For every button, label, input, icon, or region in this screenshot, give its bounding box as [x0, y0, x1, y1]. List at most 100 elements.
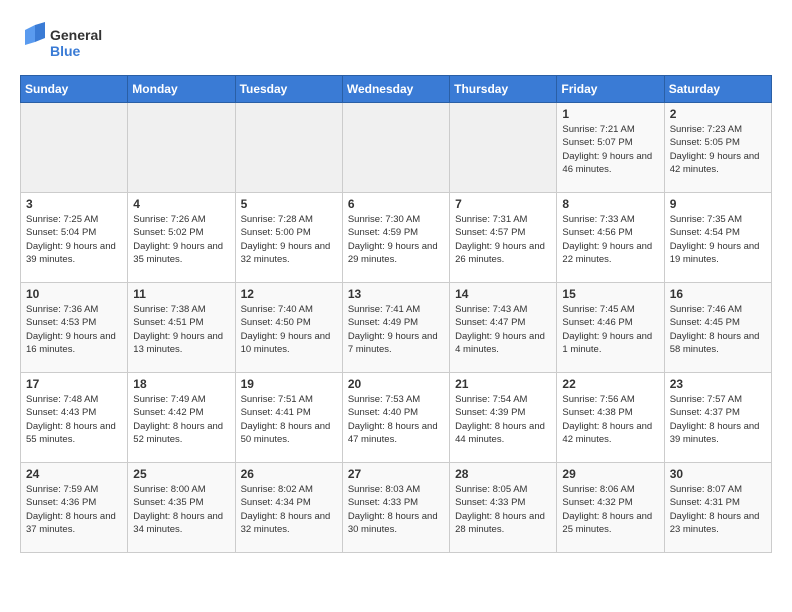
calendar-cell: 6Sunrise: 7:30 AMSunset: 4:59 PMDaylight…: [342, 193, 449, 283]
day-info: Sunrise: 7:53 AMSunset: 4:40 PMDaylight:…: [348, 393, 444, 446]
calendar-cell: 14Sunrise: 7:43 AMSunset: 4:47 PMDayligh…: [450, 283, 557, 373]
day-info: Sunrise: 7:35 AMSunset: 4:54 PMDaylight:…: [670, 213, 766, 266]
weekday-header-thursday: Thursday: [450, 76, 557, 103]
logo-svg: General Blue: [20, 20, 120, 65]
weekday-header-monday: Monday: [128, 76, 235, 103]
week-row-2: 10 Sunrise: 7:36 AMSunset: 4:53 PMDayligh…: [21, 283, 772, 373]
day-number: 28: [455, 467, 551, 481]
calendar-cell: [21, 103, 128, 193]
day-info: Sunrise: 7:23 AMSunset: 5:05 PMDaylight:…: [670, 123, 766, 176]
calendar-cell: 20 Sunrise: 7:53 AMSunset: 4:40 PMDayligh…: [342, 373, 449, 463]
day-number: 3: [26, 197, 122, 211]
day-info: Sunrise: 8:00 AMSunset: 4:35 PMDaylight:…: [133, 483, 229, 536]
calendar-cell: 17Sunrise: 7:48 AMSunset: 4:43 PMDayligh…: [21, 373, 128, 463]
day-number: 20: [348, 377, 444, 391]
logo: General Blue: [20, 20, 120, 65]
day-number: 6: [348, 197, 444, 211]
day-number: 26: [241, 467, 337, 481]
calendar-cell: 29 Sunrise: 8:06 AMSunset: 4:32 PMDayligh…: [557, 463, 664, 553]
weekday-row: SundayMondayTuesdayWednesdayThursdayFrid…: [21, 76, 772, 103]
calendar-cell: 12Sunrise: 7:40 AMSunset: 4:50 PMDayligh…: [235, 283, 342, 373]
day-info: Sunrise: 7:46 AMSunset: 4:45 PMDaylight:…: [670, 303, 766, 356]
calendar-cell: 2 Sunrise: 7:23 AMSunset: 5:05 PMDaylight…: [664, 103, 771, 193]
day-number: 10: [26, 287, 122, 301]
day-number: 4: [133, 197, 229, 211]
day-number: 16: [670, 287, 766, 301]
calendar-cell: 10 Sunrise: 7:36 AMSunset: 4:53 PMDayligh…: [21, 283, 128, 373]
day-info: Sunrise: 8:07 AMSunset: 4:31 PMDaylight:…: [670, 483, 766, 536]
calendar-cell: 27Sunrise: 8:03 AMSunset: 4:33 PMDayligh…: [342, 463, 449, 553]
calendar-cell: 1 Sunrise: 7:21 AMSunset: 5:07 PMDaylight…: [557, 103, 664, 193]
day-info: Sunrise: 7:57 AMSunset: 4:37 PMDaylight:…: [670, 393, 766, 446]
week-row-4: 24Sunrise: 7:59 AMSunset: 4:36 PMDayligh…: [21, 463, 772, 553]
calendar-cell: 11Sunrise: 7:38 AMSunset: 4:51 PMDayligh…: [128, 283, 235, 373]
day-info: Sunrise: 7:31 AMSunset: 4:57 PMDaylight:…: [455, 213, 551, 266]
day-number: 9: [670, 197, 766, 211]
calendar-table: SundayMondayTuesdayWednesdayThursdayFrid…: [20, 75, 772, 553]
calendar-cell: [235, 103, 342, 193]
svg-text:Blue: Blue: [50, 43, 81, 59]
calendar-cell: 3 Sunrise: 7:25 AMSunset: 5:04 PMDaylight…: [21, 193, 128, 283]
day-info: Sunrise: 7:36 AMSunset: 4:53 PMDaylight:…: [26, 303, 122, 356]
day-info: Sunrise: 7:56 AMSunset: 4:38 PMDaylight:…: [562, 393, 658, 446]
day-number: 19: [241, 377, 337, 391]
day-number: 7: [455, 197, 551, 211]
day-number: 13: [348, 287, 444, 301]
week-row-3: 17Sunrise: 7:48 AMSunset: 4:43 PMDayligh…: [21, 373, 772, 463]
day-number: 2: [670, 107, 766, 121]
calendar-cell: 8 Sunrise: 7:33 AMSunset: 4:56 PMDaylight…: [557, 193, 664, 283]
calendar-header: SundayMondayTuesdayWednesdayThursdayFrid…: [21, 76, 772, 103]
calendar-cell: 23 Sunrise: 7:57 AMSunset: 4:37 PMDayligh…: [664, 373, 771, 463]
calendar-cell: 13 Sunrise: 7:41 AMSunset: 4:49 PMDayligh…: [342, 283, 449, 373]
day-info: Sunrise: 7:21 AMSunset: 5:07 PMDaylight:…: [562, 123, 658, 176]
calendar-cell: 24Sunrise: 7:59 AMSunset: 4:36 PMDayligh…: [21, 463, 128, 553]
day-number: 15: [562, 287, 658, 301]
day-info: Sunrise: 8:05 AMSunset: 4:33 PMDaylight:…: [455, 483, 551, 536]
weekday-header-tuesday: Tuesday: [235, 76, 342, 103]
weekday-header-friday: Friday: [557, 76, 664, 103]
calendar-cell: 22Sunrise: 7:56 AMSunset: 4:38 PMDayligh…: [557, 373, 664, 463]
day-info: Sunrise: 8:02 AMSunset: 4:34 PMDaylight:…: [241, 483, 337, 536]
day-info: Sunrise: 7:49 AMSunset: 4:42 PMDaylight:…: [133, 393, 229, 446]
day-number: 29: [562, 467, 658, 481]
day-number: 23: [670, 377, 766, 391]
day-info: Sunrise: 7:41 AMSunset: 4:49 PMDaylight:…: [348, 303, 444, 356]
calendar-cell: 28 Sunrise: 8:05 AMSunset: 4:33 PMDayligh…: [450, 463, 557, 553]
day-info: Sunrise: 7:48 AMSunset: 4:43 PMDaylight:…: [26, 393, 122, 446]
calendar-cell: 30 Sunrise: 8:07 AMSunset: 4:31 PMDayligh…: [664, 463, 771, 553]
day-info: Sunrise: 7:54 AMSunset: 4:39 PMDaylight:…: [455, 393, 551, 446]
weekday-header-wednesday: Wednesday: [342, 76, 449, 103]
calendar-cell: [342, 103, 449, 193]
calendar-cell: 21 Sunrise: 7:54 AMSunset: 4:39 PMDayligh…: [450, 373, 557, 463]
day-number: 21: [455, 377, 551, 391]
calendar-cell: 7 Sunrise: 7:31 AMSunset: 4:57 PMDaylight…: [450, 193, 557, 283]
day-number: 30: [670, 467, 766, 481]
day-number: 8: [562, 197, 658, 211]
day-info: Sunrise: 7:51 AMSunset: 4:41 PMDaylight:…: [241, 393, 337, 446]
day-number: 18: [133, 377, 229, 391]
day-info: Sunrise: 7:38 AMSunset: 4:51 PMDaylight:…: [133, 303, 229, 356]
calendar-cell: 15Sunrise: 7:45 AMSunset: 4:46 PMDayligh…: [557, 283, 664, 373]
calendar-cell: 4 Sunrise: 7:26 AMSunset: 5:02 PMDaylight…: [128, 193, 235, 283]
week-row-1: 3 Sunrise: 7:25 AMSunset: 5:04 PMDaylight…: [21, 193, 772, 283]
calendar-cell: 16 Sunrise: 7:46 AMSunset: 4:45 PMDayligh…: [664, 283, 771, 373]
day-info: Sunrise: 7:59 AMSunset: 4:36 PMDaylight:…: [26, 483, 122, 536]
day-info: Sunrise: 7:43 AMSunset: 4:47 PMDaylight:…: [455, 303, 551, 356]
day-number: 1: [562, 107, 658, 121]
calendar-cell: 5 Sunrise: 7:28 AMSunset: 5:00 PMDaylight…: [235, 193, 342, 283]
day-number: 25: [133, 467, 229, 481]
calendar-cell: [128, 103, 235, 193]
calendar-body: 1 Sunrise: 7:21 AMSunset: 5:07 PMDaylight…: [21, 103, 772, 553]
day-info: Sunrise: 8:06 AMSunset: 4:32 PMDaylight:…: [562, 483, 658, 536]
calendar-cell: 18 Sunrise: 7:49 AMSunset: 4:42 PMDayligh…: [128, 373, 235, 463]
calendar-cell: 19 Sunrise: 7:51 AMSunset: 4:41 PMDayligh…: [235, 373, 342, 463]
day-info: Sunrise: 7:25 AMSunset: 5:04 PMDaylight:…: [26, 213, 122, 266]
day-number: 27: [348, 467, 444, 481]
weekday-header-saturday: Saturday: [664, 76, 771, 103]
weekday-header-sunday: Sunday: [21, 76, 128, 103]
day-info: Sunrise: 7:28 AMSunset: 5:00 PMDaylight:…: [241, 213, 337, 266]
calendar-cell: [450, 103, 557, 193]
day-info: Sunrise: 7:33 AMSunset: 4:56 PMDaylight:…: [562, 213, 658, 266]
day-number: 5: [241, 197, 337, 211]
day-info: Sunrise: 7:26 AMSunset: 5:02 PMDaylight:…: [133, 213, 229, 266]
